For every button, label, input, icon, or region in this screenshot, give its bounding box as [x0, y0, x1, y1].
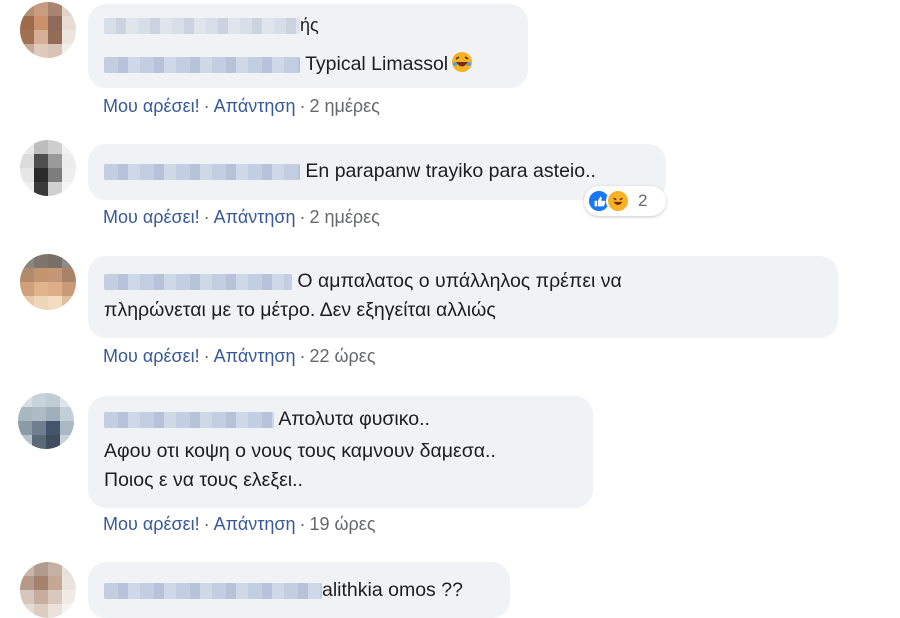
separator-dot: · [299, 96, 306, 116]
reply-link[interactable]: Απάντηση [214, 96, 296, 116]
comment-actions: Μου αρέσει! · Απάντηση · 19 ώρες [103, 514, 376, 535]
separator-dot: · [203, 96, 210, 116]
like-link[interactable]: Μου αρέσει! [103, 346, 200, 366]
comment-text-content: Typical Limassol [305, 53, 449, 75]
commenter-avatar[interactable] [20, 140, 76, 196]
rofl-emoji-icon [452, 52, 473, 72]
separator-dot: · [203, 514, 210, 534]
commenter-avatar[interactable] [20, 562, 76, 618]
comment-text-line: Ο αμπαλατος ο υπάλληλος πρέπει να [297, 270, 622, 292]
comment-timestamp[interactable]: 19 ώρες [309, 514, 375, 534]
comment-timestamp[interactable]: 2 ημέρες [309, 96, 379, 116]
blurred-name[interactable] [104, 163, 300, 180]
blurred-name[interactable] [104, 273, 292, 290]
comment-bubble: Ο αμπαλατος ο υπάλληλος πρέπει να πληρών… [88, 256, 838, 338]
reaction-count: 2 [638, 191, 648, 210]
commenter-avatar[interactable] [20, 254, 76, 310]
reaction-summary[interactable]: 2 [584, 186, 666, 216]
commenter-avatar[interactable] [18, 393, 74, 449]
like-link[interactable]: Μου αρέσει! [103, 207, 200, 227]
comment-bubble: ής Typical Limassol [88, 4, 528, 88]
blurred-name[interactable] [104, 582, 322, 599]
comment-text-line: Απολυτα φυσικο.. [278, 408, 430, 430]
separator-dot: · [203, 207, 210, 227]
haha-reaction-icon [606, 189, 630, 213]
separator-dot: · [299, 514, 306, 534]
comment-bubble: En parapanw trayiko para asteio.. [88, 144, 666, 200]
comment-bubble: Απολυτα φυσικο.. Αφου οτι κοψη ο νους το… [88, 396, 593, 508]
like-link[interactable]: Μου αρέσει! [103, 96, 200, 116]
name-suffix: ής [300, 15, 319, 35]
comment-text-line: Ποιος ε να τους ελεξει.. [104, 469, 303, 491]
blurred-name [104, 17, 300, 34]
comment-text-line: πληρώνεται με το μέτρο. Δεν εξηγείται αλ… [104, 299, 496, 321]
comment-actions: Μου αρέσει! · Απάντηση · 2 ημέρες [103, 96, 380, 117]
blurred-mention [104, 56, 300, 73]
comment-text-line: Αφου οτι κοψη ο νους τους καμνουν δαμεσα… [104, 440, 496, 462]
comment-bubble: alithkia omos ?? [88, 562, 510, 618]
separator-dot: · [299, 207, 306, 227]
separator-dot: · [299, 346, 306, 366]
separator-dot: · [203, 346, 210, 366]
comment-timestamp[interactable]: 2 ημέρες [309, 207, 379, 227]
reply-link[interactable]: Απάντηση [214, 207, 296, 227]
comment-actions: Μου αρέσει! · Απάντηση · 22 ώρες [103, 346, 376, 367]
comment-text-content: En parapanw trayiko para asteio.. [305, 160, 596, 182]
reply-link[interactable]: Απάντηση [214, 514, 296, 534]
comment-text-content: alithkia omos ?? [322, 579, 463, 601]
commenter-name[interactable]: ής [104, 14, 319, 37]
comment-actions: Μου αρέσει! · Απάντηση · 2 ημέρες [103, 207, 380, 228]
commenter-avatar[interactable] [20, 2, 76, 58]
reply-link[interactable]: Απάντηση [214, 346, 296, 366]
blurred-name[interactable] [104, 411, 274, 428]
like-link[interactable]: Μου αρέσει! [103, 514, 200, 534]
comment-text: Typical Limassol [104, 50, 474, 76]
comment-timestamp[interactable]: 22 ώρες [309, 346, 375, 366]
